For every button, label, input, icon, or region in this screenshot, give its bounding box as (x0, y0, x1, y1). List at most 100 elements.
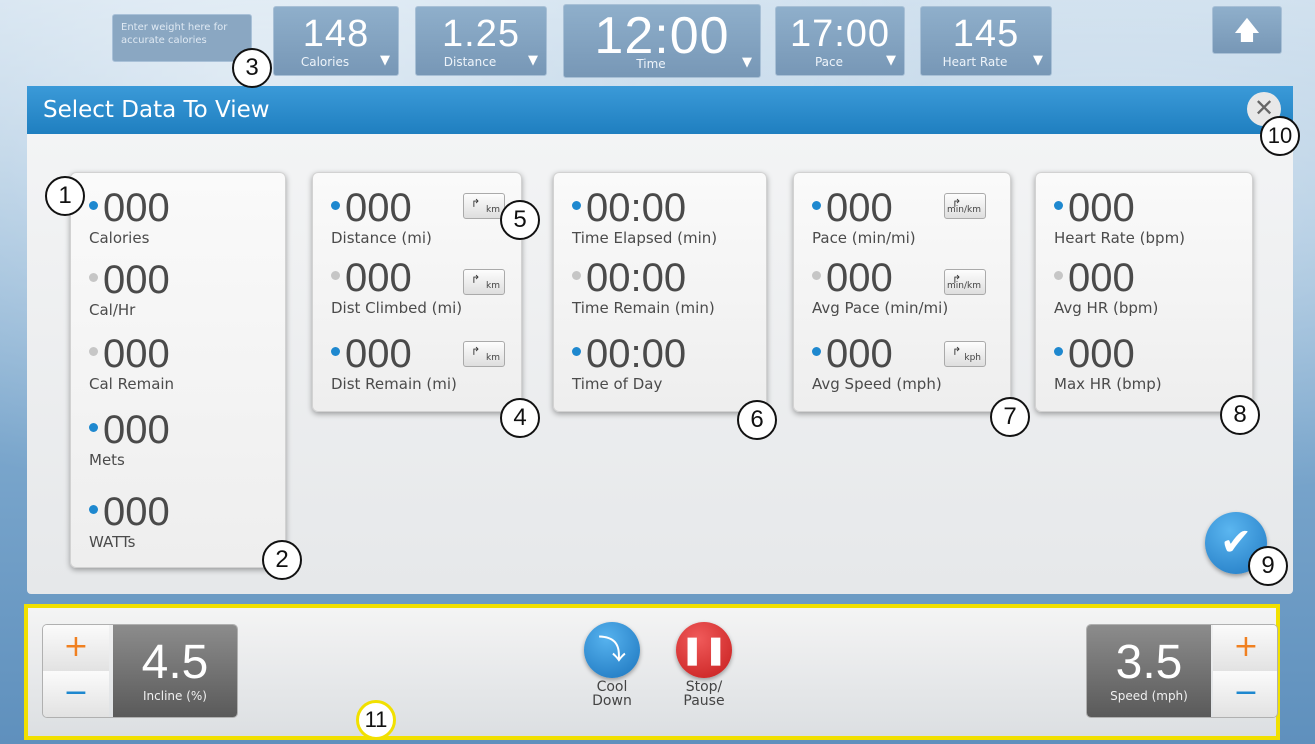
unit-label: km (486, 353, 500, 363)
speed-increase-button[interactable]: + (1213, 625, 1277, 671)
triangle-down-icon: ▼ (886, 53, 896, 68)
data-value: 000 (826, 332, 893, 376)
data-label: Time Remain (min) (572, 299, 715, 317)
selected-indicator (812, 201, 821, 210)
metric-label: Distance (443, 55, 497, 69)
distance-card: 000 Distance (mi) ↱ km 000 Dist Climbed … (312, 172, 522, 412)
heart-rate-card: 000 Heart Rate (bpm) 000 Avg HR (bpm) 00… (1035, 172, 1253, 412)
incline-label: Incline (%) (143, 689, 207, 703)
triangle-down-icon: ▼ (380, 53, 390, 68)
speed-value: 3.5 (1115, 636, 1183, 689)
pause-icon: ❚❚ (680, 633, 728, 666)
data-value: 00:00 (586, 186, 687, 230)
cool-down-label-line: Down (592, 693, 632, 709)
selected-indicator (89, 423, 98, 432)
data-value: 000 (345, 332, 412, 376)
selected-indicator (89, 201, 98, 210)
data-value: 000 (103, 490, 170, 534)
callout-10: 10 (1260, 116, 1300, 156)
callout-6: 6 (737, 400, 777, 440)
speed-control: 3.5 Speed (mph) + − (1086, 624, 1278, 718)
data-value: 000 (345, 256, 412, 300)
collapse-up-button[interactable]: 🡅 (1212, 6, 1282, 54)
curved-arrow-icon: ↱ (471, 345, 481, 358)
unit-label: kph (964, 353, 981, 363)
unselected-indicator (89, 347, 98, 356)
unit-toggle-button[interactable]: ↱ km (463, 341, 505, 367)
metric-distance[interactable]: 1.25 Distance ▼ (415, 6, 547, 76)
curved-arrow-icon: ↱ (952, 345, 962, 358)
data-value: 000 (1068, 256, 1135, 300)
metric-value: 145 (952, 13, 1020, 55)
cool-down-label-line: Cool (596, 679, 628, 695)
selected-indicator (1054, 347, 1063, 356)
cool-down-icon: ⤵ (597, 633, 626, 666)
data-value: 000 (1068, 186, 1135, 230)
bottom-control-bar: + − 4.5 Incline (%) ⤵ Cool Down ❚❚ Stop/… (24, 604, 1280, 740)
data-label: Distance (mi) (331, 229, 432, 247)
metric-time[interactable]: 12:00 Time ▼ (563, 4, 761, 78)
selected-indicator (812, 347, 821, 356)
data-label: Calories (89, 229, 150, 247)
unit-label: km (486, 281, 500, 291)
unselected-indicator (1054, 271, 1063, 280)
incline-increase-button[interactable]: + (43, 625, 109, 671)
data-label: Avg Speed (mph) (812, 375, 942, 393)
callout-11: 11 (356, 700, 396, 740)
metric-pace[interactable]: 17:00 Pace ▼ (775, 6, 905, 76)
unselected-indicator (89, 273, 98, 282)
speed-decrease-button[interactable]: − (1213, 671, 1277, 717)
data-label: Heart Rate (bpm) (1054, 229, 1186, 247)
panel-header: Select Data To View (27, 86, 1293, 134)
unit-toggle-button[interactable]: ↱ km (463, 269, 505, 295)
speed-label: Speed (mph) (1110, 689, 1188, 703)
data-label: Cal Remain (89, 375, 175, 393)
data-label: Max HR (bmp) (1054, 375, 1162, 393)
triangle-down-icon: ▼ (528, 53, 538, 68)
data-value: 00:00 (586, 332, 687, 376)
check-icon: ✔ (1220, 520, 1252, 564)
data-value: 000 (345, 186, 412, 230)
metric-label: Heart Rate (942, 55, 1008, 69)
arrow-up-icon: 🡅 (1233, 16, 1261, 46)
data-label: Time Elapsed (min) (572, 229, 718, 247)
calories-card: 000 Calories 000 Cal/Hr 000 Cal Remain 0… (70, 172, 286, 568)
time-card: 00:00 Time Elapsed (min) 00:00 Time Rema… (553, 172, 767, 412)
weight-entry-field[interactable]: Enter weight here for accurate calories (112, 14, 252, 62)
data-label: Dist Climbed (mi) (331, 299, 463, 317)
selected-indicator (89, 505, 98, 514)
incline-decrease-button[interactable]: − (43, 671, 109, 717)
data-value: 000 (103, 408, 170, 452)
stop-pause-label: Stop/ Pause (664, 680, 744, 708)
data-label: Cal/Hr (89, 301, 136, 319)
panel-title: Select Data To View (43, 97, 270, 123)
cool-down-label: Cool Down (572, 680, 652, 708)
stop-pause-button[interactable]: ❚❚ (676, 622, 732, 678)
triangle-down-icon: ▼ (1033, 53, 1043, 68)
metric-heart-rate[interactable]: 145 Heart Rate ▼ (920, 6, 1052, 76)
unit-toggle-button[interactable]: ↱ kph (944, 341, 986, 367)
curved-arrow-icon: ↱ (471, 273, 481, 286)
callout-5: 5 (500, 200, 540, 240)
data-label: Dist Remain (mi) (331, 375, 457, 393)
metric-label: Pace (814, 55, 844, 69)
unselected-indicator (572, 271, 581, 280)
data-label: Pace (min/mi) (812, 229, 916, 247)
unit-toggle-button[interactable]: ↱ km (463, 193, 505, 219)
unit-label: km (486, 205, 500, 215)
data-value: 00:00 (586, 256, 687, 300)
metric-calories[interactable]: 148 Calories ▼ (273, 6, 399, 76)
data-value: 000 (826, 186, 893, 230)
metric-label: Calories (300, 55, 350, 69)
stop-pause-label-line: Stop/ (685, 679, 723, 695)
cool-down-button[interactable]: ⤵ (584, 622, 640, 678)
data-value: 000 (103, 332, 170, 376)
unit-toggle-button[interactable]: ↱ min/km (944, 193, 986, 219)
unit-toggle-button[interactable]: ↱ min/km (944, 269, 986, 295)
incline-readout: 4.5 Incline (%) (113, 625, 237, 717)
incline-value: 4.5 (141, 636, 209, 689)
callout-1: 1 (45, 176, 85, 216)
stop-pause-label-line: Pause (683, 693, 725, 709)
metric-value: 148 (302, 13, 370, 55)
metric-label: Time (636, 57, 666, 71)
